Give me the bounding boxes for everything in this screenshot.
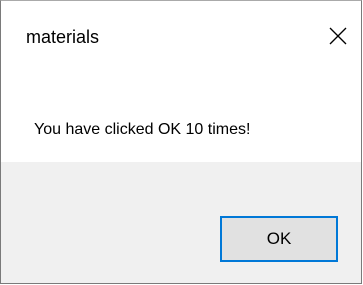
dialog-content: You have clicked OK 10 times! (1, 77, 361, 162)
ok-button[interactable]: OK (220, 216, 338, 262)
title-bar: materials (1, 1, 361, 77)
close-button[interactable] (315, 1, 361, 77)
message-dialog: materials You have clicked OK 10 times! … (0, 0, 362, 284)
window-title: materials (26, 27, 100, 47)
close-icon (329, 1, 347, 50)
dialog-message: You have clicked OK 10 times! (34, 121, 251, 138)
dialog-footer: OK (1, 162, 361, 283)
